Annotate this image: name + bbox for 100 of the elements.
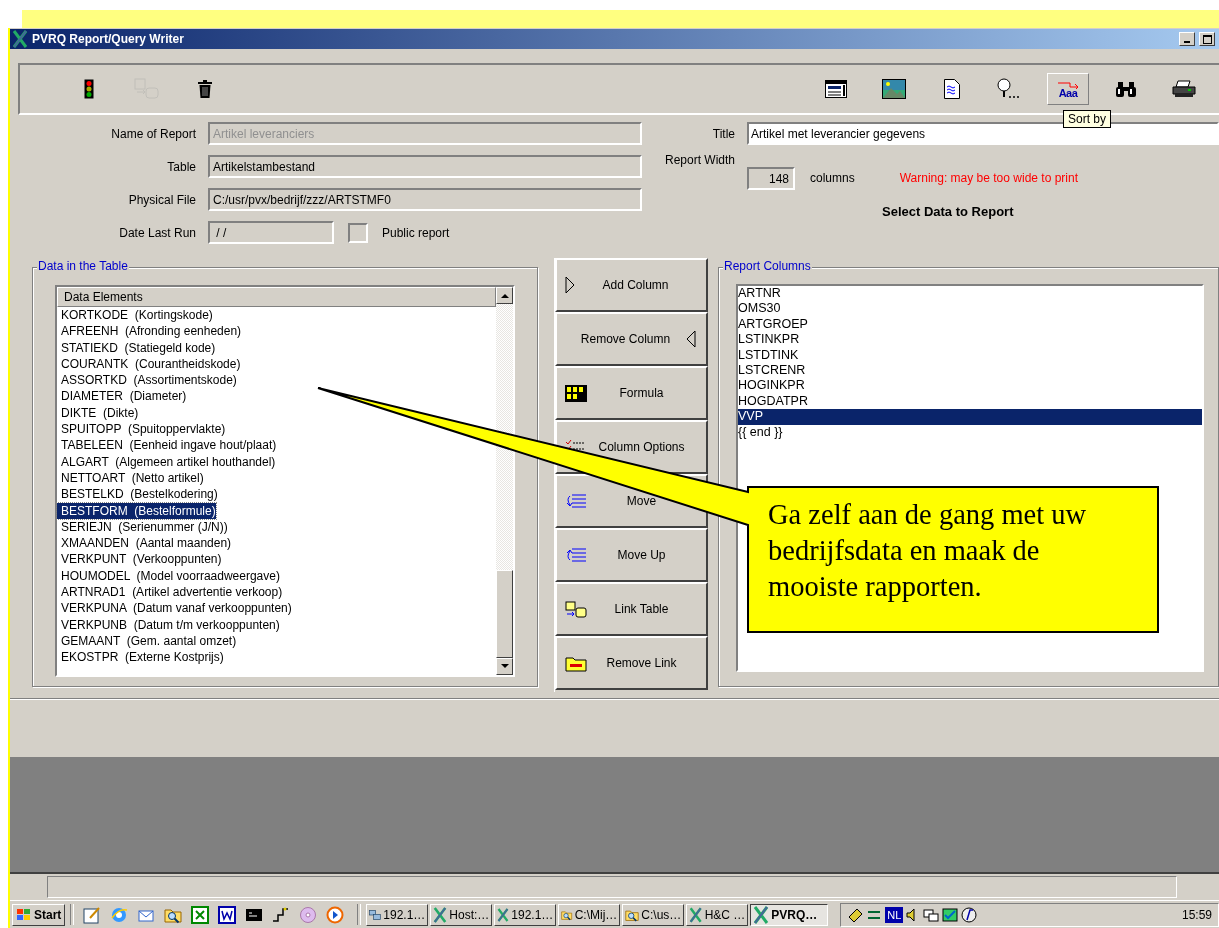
folder-minus-icon xyxy=(564,654,587,672)
x-logo-icon xyxy=(12,30,28,48)
list-item[interactable]: ARTNRAD1 (Artikel advertentie verkoop) xyxy=(57,584,283,601)
document-w-icon[interactable] xyxy=(218,905,237,924)
binoculars-icon xyxy=(1116,81,1136,97)
clock[interactable]: 15:59 xyxy=(1181,907,1212,922)
linked-tables-icon xyxy=(564,600,587,618)
unit-label: columns xyxy=(810,171,855,187)
group-legend: Data in the Table xyxy=(37,259,129,273)
list-item[interactable]: HOUMODEL (Model voorraadweergave) xyxy=(57,567,280,585)
list-item[interactable]: EKOSTPR (Externe Kostprijs) xyxy=(57,649,224,666)
list-item[interactable]: AFREENH (Afronding eenheden) xyxy=(57,323,242,340)
list-item[interactable]: ARTGROEP xyxy=(738,316,1203,333)
list-item[interactable]: HOGINKPR xyxy=(738,378,1203,394)
tray-icon[interactable] xyxy=(961,906,978,923)
field-label: Title xyxy=(711,126,736,141)
taskbar-button[interactable]: 192.1… xyxy=(494,903,557,926)
field-label: Table xyxy=(166,159,197,174)
windows-flag-icon xyxy=(16,907,32,922)
triangle-left-icon xyxy=(686,330,697,348)
list-item[interactable]: LSTCRENR xyxy=(738,362,1203,379)
action-button[interactable]: Remove Link xyxy=(554,636,709,690)
x-logo-icon xyxy=(753,905,770,924)
toolbar-button[interactable]: Aaa xyxy=(1047,73,1089,105)
list-item[interactable]: LSTDTINK xyxy=(738,347,1203,363)
checkbox-label: Public report xyxy=(382,225,450,240)
callout-text: Ga zelf aan de gang met uw bedrijfsdata en maak de mooiste rapporten. xyxy=(768,498,1088,604)
field-label: Report Width xyxy=(663,153,736,169)
minimize-button[interactable] xyxy=(1179,32,1195,46)
triangle-right-icon xyxy=(564,276,575,294)
list-item[interactable]: SERIEJN (Serienummer (J/N)) xyxy=(57,518,228,536)
tray-icon[interactable] xyxy=(847,906,864,923)
list-item[interactable]: BESTELKD (Bestelkodering) xyxy=(57,486,218,503)
file-path-field[interactable]: C:/usr/pvx/bedrijf/zzz/ARTSTMF0 xyxy=(208,188,642,211)
list-item[interactable]: DIAMETER (Diameter) xyxy=(57,388,187,405)
action-button[interactable]: Formula xyxy=(554,366,709,420)
column-header[interactable]: Data Elements xyxy=(57,287,496,307)
grid-icon xyxy=(564,384,587,402)
maximize-icon xyxy=(1202,34,1212,44)
list-item[interactable]: BESTFORM (Bestelformule) xyxy=(57,502,216,519)
language-indicator[interactable]: NL xyxy=(885,906,904,923)
section-heading: Select Data to Report xyxy=(882,204,1015,219)
notepad-icon[interactable] xyxy=(83,905,102,924)
list-item[interactable]: ARTNR xyxy=(738,286,1203,302)
window-title: PVRQ Report/Query Writer xyxy=(32,32,185,46)
spreadsheet-icon[interactable] xyxy=(191,905,210,924)
list-item[interactable]: TABELEEN (Eenheid ingave hout/plaat) xyxy=(57,437,277,454)
list-item[interactable]: XMAANDEN (Aantal maanden) xyxy=(57,535,232,552)
taskbar-button[interactable]: 192.1… xyxy=(366,903,429,926)
trash-icon xyxy=(198,80,212,98)
data-elements-list[interactable] xyxy=(55,285,515,677)
taskbar-button[interactable]: C:\us… xyxy=(622,903,685,926)
action-button[interactable]: Link Table xyxy=(554,582,709,636)
action-button[interactable]: Move Up xyxy=(554,528,709,582)
list-item[interactable]: {{ end }} xyxy=(738,424,1203,440)
taskbar-button[interactable]: Host:… xyxy=(430,903,493,926)
list-item[interactable]: ASSORTKD (Assortimentskode) xyxy=(57,372,237,389)
maximize-button[interactable] xyxy=(1199,32,1215,46)
list-item[interactable]: LSTINKPR xyxy=(738,332,1203,348)
taskbar-button[interactable]: H&C … xyxy=(686,903,749,926)
document-icon xyxy=(944,79,960,99)
down-arrow-icon[interactable] xyxy=(500,664,509,669)
list-item[interactable]: GEMAANT (Gem. aantal omzet) xyxy=(57,632,237,650)
action-button[interactable]: Remove Column xyxy=(554,312,709,366)
traffic-light-icon xyxy=(84,79,94,99)
list-item[interactable]: SPUITOPP (Spuitoppervlakte) xyxy=(57,421,226,438)
list-item[interactable]: VVP xyxy=(738,409,1203,425)
action-button[interactable]: Add Column xyxy=(554,258,709,312)
x-logo-icon xyxy=(689,905,703,924)
list-item[interactable]: OMS30 xyxy=(738,301,1203,317)
list-item[interactable]: NETTOART (Netto artikel) xyxy=(57,469,204,487)
step-line-icon[interactable] xyxy=(272,905,291,924)
play-icon[interactable] xyxy=(326,905,345,924)
list-item[interactable]: VERKPUNB (Datum t/m verkooppunten) xyxy=(57,616,280,633)
public-report-checkbox[interactable] xyxy=(348,222,368,243)
browser-icon[interactable] xyxy=(110,905,129,924)
warning-text: Warning: may be too wide to print xyxy=(899,171,1078,187)
x-logo-icon xyxy=(433,905,448,924)
scroll-thumb[interactable] xyxy=(496,570,513,658)
list-item[interactable]: COURANTK (Courantheidskode) xyxy=(57,355,241,373)
date-field[interactable]: / / xyxy=(208,221,334,244)
printer-icon xyxy=(1172,80,1196,98)
picture-icon xyxy=(882,79,906,99)
list-item[interactable]: VERKPUNA (Datum vanaf verkooppunten) xyxy=(57,600,292,617)
up-arrow-icon[interactable] xyxy=(500,293,509,298)
start-button[interactable]: Start xyxy=(12,903,66,926)
table-field[interactable]: Artikelstambestand xyxy=(208,155,642,178)
scrollbar[interactable] xyxy=(496,287,513,675)
tray-icon[interactable] xyxy=(923,906,940,923)
list-item[interactable]: HOGDATPR xyxy=(738,393,1203,410)
list-item[interactable]: ALGART (Algemeen artikel houthandel) xyxy=(57,453,276,470)
list-item[interactable]: KORTKODE (Kortingskode) xyxy=(57,307,213,324)
report-width-field[interactable]: 148 xyxy=(747,167,795,190)
taskbar-button[interactable]: C:\Mij… xyxy=(558,903,621,926)
tooltip: Sort by xyxy=(1063,110,1111,128)
field-label: Name of Report xyxy=(110,126,197,141)
list-item[interactable]: DIKTE (Dikte) xyxy=(57,404,139,422)
taskbar-button[interactable]: PVRQ… xyxy=(750,903,829,926)
list-item[interactable]: VERKPUNT (Verkooppunten) xyxy=(57,551,222,568)
list-item[interactable]: STATIEKD (Statiegeld kode) xyxy=(57,339,216,356)
